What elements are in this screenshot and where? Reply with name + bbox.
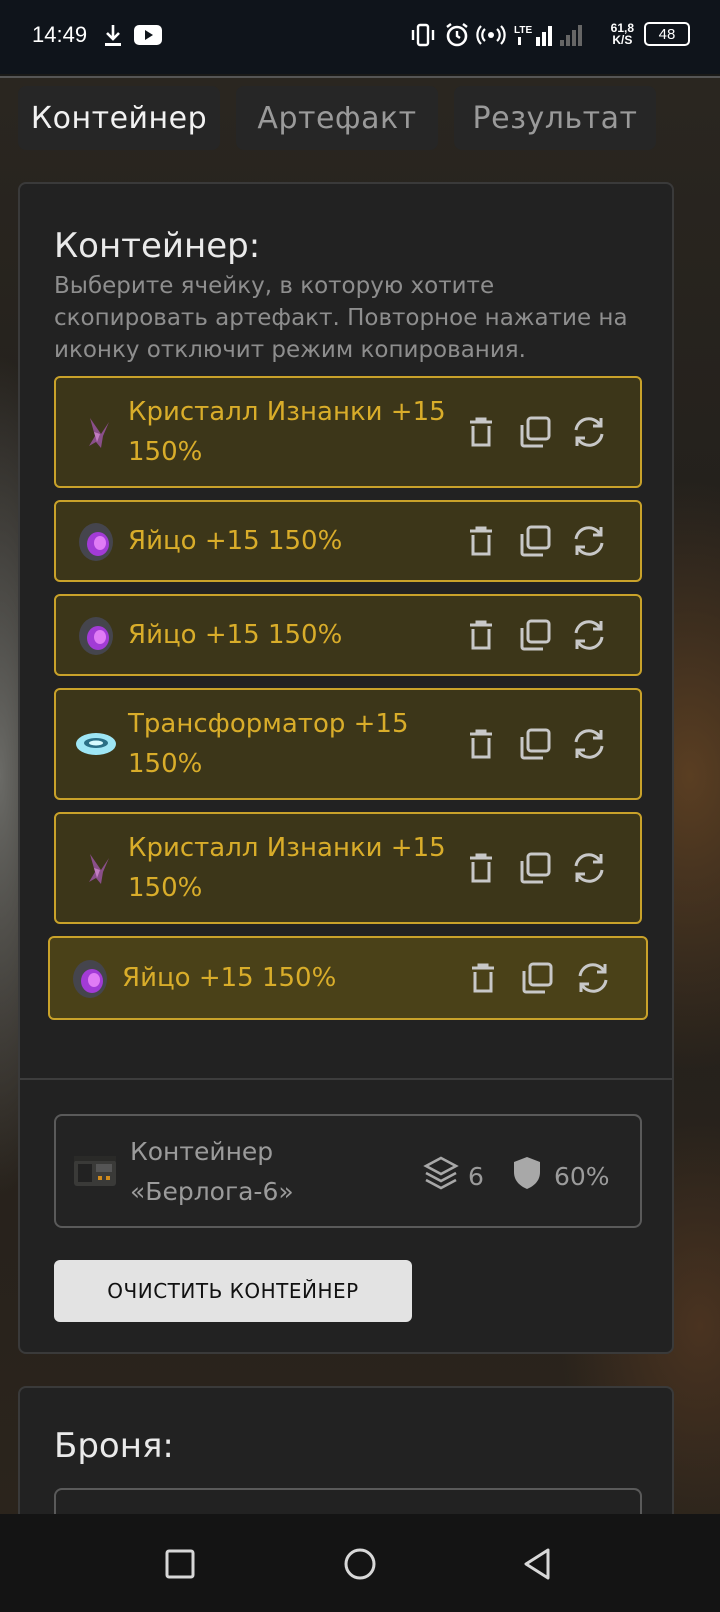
container-slot-selected[interactable]: Яйцо +15 150% — [48, 936, 648, 1020]
youtube-icon — [134, 20, 162, 50]
section-title: Контейнер: — [54, 226, 261, 266]
vibrate-icon — [410, 20, 436, 50]
container-slot[interactable]: Трансформатор +15 150% — [54, 688, 642, 800]
copy-icon[interactable] — [516, 413, 554, 451]
system-nav-bar — [0, 1514, 720, 1612]
tab-label: Результат — [472, 100, 638, 136]
copy-icon[interactable] — [516, 522, 554, 560]
shield-icon — [508, 1154, 546, 1198]
status-bar: 14:49 LTE 61,8 K/S 48 — [0, 0, 720, 74]
egg-icon — [68, 956, 112, 1000]
trash-icon[interactable] — [462, 849, 500, 887]
svg-text:LTE: LTE — [514, 25, 532, 36]
recent-apps-icon[interactable] — [160, 1544, 200, 1584]
container-card[interactable]: Контейнер «Берлога-6» 6 60% — [54, 1114, 642, 1228]
home-icon[interactable] — [340, 1544, 380, 1584]
tab-label: Контейнер — [30, 100, 208, 136]
refresh-icon[interactable] — [570, 849, 608, 887]
container-slots-value: 6 — [468, 1161, 484, 1191]
battery-level: 48 — [658, 25, 676, 43]
copy-icon[interactable] — [516, 616, 554, 654]
slot-name: Кристалл Изнанки +15 150% — [128, 833, 446, 903]
container-name: Контейнер «Берлога-6» — [130, 1137, 294, 1206]
network-speed-unit: K/S — [612, 33, 633, 47]
slot-name: Кристалл Изнанки +15 150% — [128, 397, 446, 467]
alarm-icon — [444, 20, 470, 50]
container-slot[interactable]: Кристалл Изнанки +15 150% — [54, 812, 642, 924]
section-divider — [20, 1078, 672, 1080]
download-icon — [104, 20, 122, 50]
crystal-icon — [74, 410, 118, 454]
slot-name: Яйцо +15 150% — [128, 620, 343, 650]
copy-icon[interactable] — [516, 849, 554, 887]
tab-artifact[interactable]: Артефакт — [236, 86, 438, 150]
trash-icon[interactable] — [462, 725, 500, 763]
copy-icon[interactable] — [518, 959, 556, 997]
transformer-icon — [74, 722, 118, 766]
lte-signal-icon: LTE — [514, 20, 554, 50]
refresh-icon[interactable] — [574, 959, 612, 997]
container-slots: 6 — [422, 1154, 484, 1198]
refresh-icon[interactable] — [570, 522, 608, 560]
signal-icon — [560, 20, 582, 50]
back-icon[interactable] — [518, 1544, 558, 1584]
refresh-icon[interactable] — [570, 413, 608, 451]
header-divider — [0, 76, 720, 78]
copy-icon[interactable] — [516, 725, 554, 763]
section-title: Броня: — [54, 1426, 174, 1466]
egg-icon — [74, 613, 118, 657]
container-protection: 60% — [508, 1154, 610, 1198]
slot-name: Яйцо +15 150% — [122, 963, 337, 993]
status-time: 14:49 — [32, 22, 88, 47]
container-box-icon — [72, 1152, 118, 1196]
slot-name: Яйцо +15 150% — [128, 526, 343, 556]
battery-indicator: 48 — [644, 22, 690, 46]
trash-icon[interactable] — [464, 959, 502, 997]
tab-result[interactable]: Результат — [454, 86, 656, 150]
container-slot[interactable]: Кристалл Изнанки +15 150% — [54, 376, 642, 488]
network-speed: 61,8 K/S — [611, 22, 634, 46]
tab-container[interactable]: Контейнер — [18, 86, 220, 150]
clear-container-button[interactable]: ОЧИСТИТЬ КОНТЕЙНЕР — [54, 1260, 412, 1322]
refresh-icon[interactable] — [570, 725, 608, 763]
container-slot[interactable]: Яйцо +15 150% — [54, 500, 642, 582]
layers-icon — [422, 1154, 460, 1198]
container-protection-value: 60% — [554, 1161, 610, 1191]
crystal-icon — [74, 846, 118, 890]
slot-name: Трансформатор +15 150% — [128, 709, 409, 779]
tab-label: Артефакт — [257, 100, 417, 136]
hotspot-icon — [476, 20, 506, 50]
trash-icon[interactable] — [462, 413, 500, 451]
trash-icon[interactable] — [462, 616, 500, 654]
container-slot[interactable]: Яйцо +15 150% — [54, 594, 642, 676]
section-description: Выберите ячейку, в которую хотите скопир… — [54, 273, 628, 363]
egg-icon — [74, 519, 118, 563]
container-panel: Контейнер: Выберите ячейку, в которую хо… — [18, 182, 674, 1354]
refresh-icon[interactable] — [570, 616, 608, 654]
trash-icon[interactable] — [462, 522, 500, 560]
